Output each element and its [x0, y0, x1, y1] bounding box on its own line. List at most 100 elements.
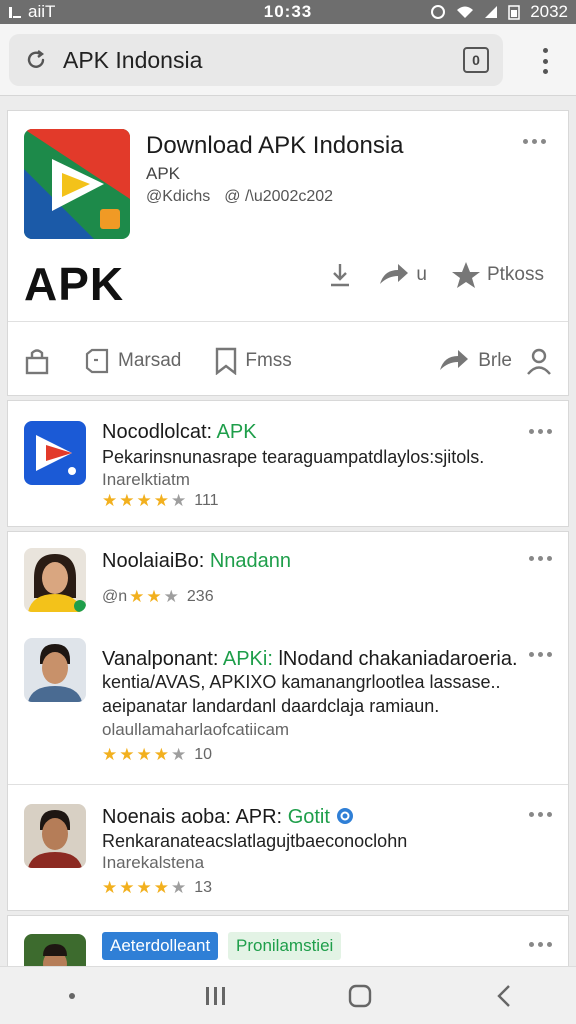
item-description: kentia/AVAS, APKIXO kamanangrlootlea las…	[102, 672, 501, 692]
more-options-icon[interactable]	[529, 429, 552, 434]
header-actions: u Ptkoss	[326, 261, 544, 289]
avatar	[24, 548, 86, 612]
signal-icon	[9, 7, 21, 18]
rating: @n ★ ★ ★ 236	[102, 587, 214, 607]
forward-icon	[440, 350, 469, 370]
share-label: u	[416, 264, 427, 285]
back-button[interactable]	[474, 976, 534, 1016]
favorite-label: Ptkoss	[486, 264, 544, 285]
avatar	[24, 638, 86, 702]
star-icon: ★	[163, 587, 179, 606]
download-button[interactable]	[326, 261, 354, 289]
app-logo-icon[interactable]	[24, 129, 130, 239]
rating-prefix: @n	[102, 588, 128, 605]
item-description: Pekarinsnunasrape tearaguampatdlaylos:sj…	[102, 447, 485, 467]
carrier-label: aiiT	[28, 2, 56, 21]
star-icon: ★	[171, 745, 187, 764]
bookmark-icon	[216, 347, 237, 375]
item-title: NoolaiaiBo: Nnadann	[102, 550, 292, 572]
star-icon: ★	[153, 878, 169, 897]
category-badge[interactable]: Aeterdolleant	[102, 932, 219, 960]
promo-badge[interactable]: Pronilamstiei	[228, 932, 342, 960]
app-subtitle: APK	[146, 164, 181, 183]
bookmark-label: Fmss	[245, 350, 292, 371]
rating-count: 10	[194, 746, 213, 763]
list-item[interactable]: Noenais aoba: APR: Gotit Renkaranateacsl…	[8, 790, 568, 910]
battery-label: 2032	[530, 2, 569, 21]
home-button[interactable]	[330, 976, 390, 1016]
item-description: aeipanatar landardanl daardclaja ramiaun…	[102, 696, 440, 716]
browser-toolbar: APK Indonsia 0	[0, 24, 576, 96]
app-header-card: Download APK Indonsia APK @Kdichs @ /\u2…	[7, 110, 569, 396]
star-icon: ★	[102, 745, 118, 764]
item-subtext: Inarelktiatm	[102, 470, 190, 489]
star-icon: ★	[146, 587, 162, 606]
recents-icon	[206, 986, 225, 1005]
list-item[interactable]: NoolaiaiBo: Nnadann @n ★ ★ ★ 236	[8, 532, 568, 624]
star-icon: ★	[153, 745, 169, 764]
person-icon	[527, 348, 551, 375]
more-options-icon[interactable]	[529, 942, 552, 947]
system-nav-bar	[0, 966, 576, 1024]
star-icon: ★	[171, 878, 187, 897]
list-item[interactable]: Nocodlolcat: APK Pekarinsnunasrape teara…	[8, 401, 568, 528]
star-icon	[451, 262, 480, 288]
share-icon	[380, 264, 409, 284]
rating-count: 236	[186, 588, 214, 605]
profile-button[interactable]	[526, 347, 552, 375]
browser-menu-icon[interactable]	[538, 44, 552, 78]
tabs-icon[interactable]: 0	[463, 47, 489, 73]
version-label: @ /\u2002c202	[224, 188, 334, 205]
app-icon	[24, 421, 86, 485]
verified-icon	[336, 808, 353, 824]
address-bar[interactable]: APK Indonsia 0	[9, 34, 503, 86]
star-icon: ★	[171, 491, 187, 510]
star-icon: ★	[102, 491, 118, 510]
more-options-icon[interactable]	[529, 556, 552, 561]
battery-icon	[508, 5, 520, 20]
star-icon: ★	[119, 745, 135, 764]
star-icon: ★	[136, 745, 152, 764]
tag-label: Marsad	[118, 350, 182, 371]
recents-button[interactable]	[186, 976, 246, 1016]
tag-button[interactable]: Marsad	[84, 348, 181, 374]
developer-handle[interactable]: @Kdichs	[146, 188, 210, 206]
rating: ★ ★ ★ ★ ★ 10	[102, 745, 212, 765]
star-icon: ★	[129, 587, 145, 606]
clock: 10:33	[263, 2, 313, 21]
toolbar: Marsad Fmss Brle	[8, 337, 568, 385]
back-icon	[497, 984, 510, 1007]
star-icon: ★	[153, 491, 169, 510]
dot-icon	[69, 992, 75, 999]
nav-dot-button[interactable]	[42, 976, 102, 1016]
rating-count: 13	[194, 879, 213, 896]
item-subtext: Inarekalstena	[102, 853, 205, 872]
tag-icon	[85, 348, 109, 374]
bookmark-button[interactable]: Fmss	[215, 347, 292, 375]
app-title: Download APK Indonsia	[146, 132, 404, 159]
lock-icon	[25, 349, 49, 375]
list-item[interactable]: Vanalponant: APKi: lNodand chakaniadaroe…	[8, 628, 568, 778]
star-icon: ★	[136, 491, 152, 510]
forward-label: Brle	[478, 350, 512, 371]
reload-icon[interactable]	[23, 47, 49, 73]
forward-button[interactable]: Brle	[438, 348, 512, 374]
home-icon	[348, 984, 372, 1007]
rating: ★ ★ ★ ★ ★ 111	[102, 491, 219, 511]
favorite-button[interactable]: Ptkoss	[451, 261, 544, 289]
avatar	[24, 804, 86, 868]
divider	[8, 784, 568, 785]
sync-icon	[431, 5, 446, 19]
more-options-icon[interactable]	[523, 139, 546, 144]
list-card: Nocodlolcat: APK Pekarinsnunasrape teara…	[7, 400, 569, 527]
rating-count: 111	[194, 492, 219, 509]
wifi-icon	[457, 6, 474, 18]
share-button[interactable]: u	[378, 262, 427, 288]
lock-button[interactable]	[24, 347, 50, 375]
more-options-icon[interactable]	[529, 812, 552, 817]
item-title: Noenais aoba: APR: Gotit	[102, 806, 354, 829]
star-icon: ★	[119, 491, 135, 510]
more-options-icon[interactable]	[529, 652, 552, 657]
address-text[interactable]: APK Indonsia	[63, 47, 463, 74]
item-description: Renkaranateacslatlagujtbaeconoclohn	[102, 831, 408, 851]
